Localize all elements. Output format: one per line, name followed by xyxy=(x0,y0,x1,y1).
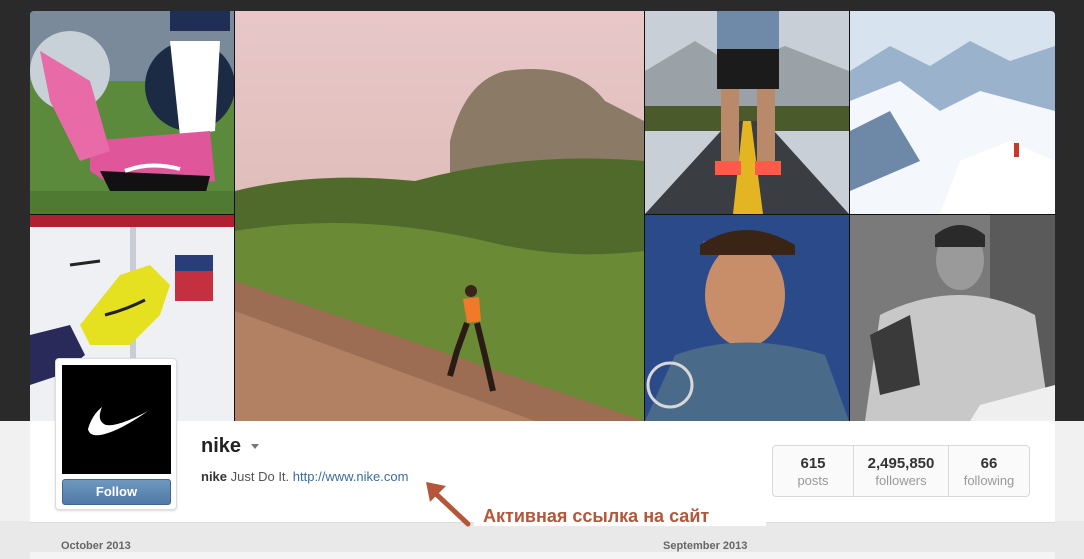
profile-username: nike xyxy=(201,435,242,457)
stat-following-label: following xyxy=(963,473,1015,488)
bio-text: Just Do It. xyxy=(230,469,290,484)
bio-name: nike xyxy=(201,469,228,484)
stat-posts-label: posts xyxy=(797,473,829,488)
stat-following-value: 66 xyxy=(980,455,998,472)
website-link[interactable]: http://www.nike.com xyxy=(293,469,409,484)
tennis-player-hoodie-photo[interactable] xyxy=(850,215,1055,421)
stat-following[interactable]: 66 following xyxy=(949,446,1029,496)
stat-followers-label: followers xyxy=(875,473,927,488)
timeline-strip xyxy=(30,552,1055,559)
annotation-text: Активная ссылка на сайт xyxy=(483,506,710,526)
stat-posts[interactable]: 615 posts xyxy=(773,446,854,496)
runner-on-hill-photo[interactable] xyxy=(235,11,644,421)
chevron-down-icon[interactable] xyxy=(251,444,259,449)
follow-button[interactable]: Follow xyxy=(62,479,171,505)
nike-swoosh-icon xyxy=(88,407,148,436)
photo-mosaic xyxy=(30,11,1055,421)
snowy-mountains-photo[interactable] xyxy=(850,11,1055,214)
stat-posts-value: 615 xyxy=(800,455,826,472)
tennis-player-photo[interactable] xyxy=(645,215,849,421)
profile-bio: nike Just Do It. http://www.nike.com xyxy=(201,469,408,484)
annotation-arrow-icon xyxy=(426,482,471,527)
month-header-right: September 2013 xyxy=(663,540,748,552)
stat-followers-value: 2,495,850 xyxy=(867,455,935,472)
month-header-left: October 2013 xyxy=(61,540,131,552)
avatar[interactable] xyxy=(62,365,171,474)
runner-on-road-photo[interactable] xyxy=(645,11,849,214)
stat-followers[interactable]: 2,495,850 followers xyxy=(854,446,949,496)
profile-stats: 615 posts 2,495,850 followers 66 followi… xyxy=(772,445,1030,497)
profile-avatar-card: Follow xyxy=(55,358,177,510)
pink-football-cleats-photo[interactable] xyxy=(30,11,234,214)
